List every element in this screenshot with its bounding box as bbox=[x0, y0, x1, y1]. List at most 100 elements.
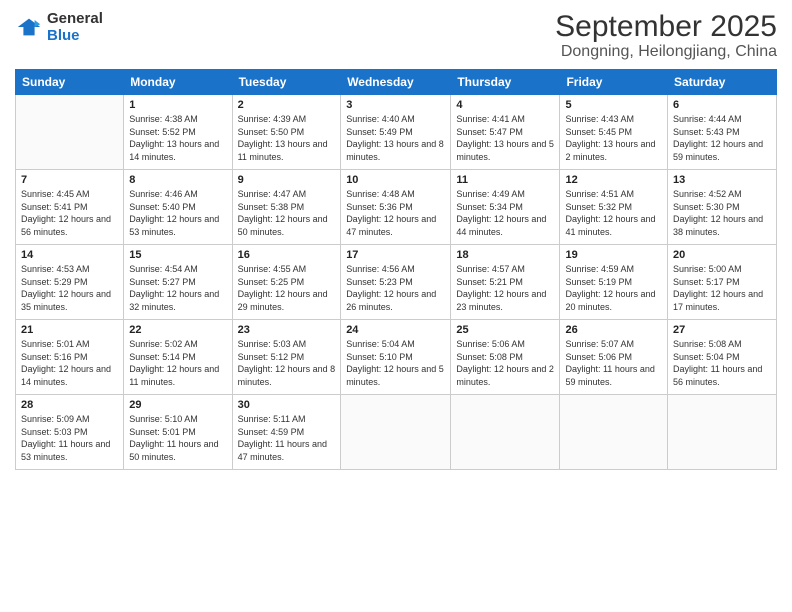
day-info: Sunrise: 4:56 AMSunset: 5:23 PMDaylight:… bbox=[346, 263, 445, 313]
day-info: Sunrise: 4:53 AMSunset: 5:29 PMDaylight:… bbox=[21, 263, 118, 313]
col-sunday: Sunday bbox=[16, 70, 124, 95]
table-row: 9Sunrise: 4:47 AMSunset: 5:38 PMDaylight… bbox=[232, 170, 341, 245]
table-row: 3 Sunrise: 4:40 AMSunset: 5:49 PMDaylight… bbox=[341, 95, 451, 170]
logo-text: General Blue bbox=[47, 10, 103, 44]
col-saturday: Saturday bbox=[668, 70, 777, 95]
table-row: 1 Sunrise: 4:38 AMSunset: 5:52 PMDaylight… bbox=[124, 95, 232, 170]
page: General Blue September 2025 Dongning, He… bbox=[0, 0, 792, 612]
table-row: 14Sunrise: 4:53 AMSunset: 5:29 PMDayligh… bbox=[16, 245, 124, 320]
day-number: 19 bbox=[565, 249, 662, 261]
table-row: 19Sunrise: 4:59 AMSunset: 5:19 PMDayligh… bbox=[560, 245, 668, 320]
table-row: 21 Sunrise: 5:01 AMSunset: 5:16 PMDayligh… bbox=[16, 320, 124, 395]
table-row: 23 Sunrise: 5:03 AMSunset: 5:12 PMDayligh… bbox=[232, 320, 341, 395]
table-row: 6 Sunrise: 4:44 AMSunset: 5:43 PMDaylight… bbox=[668, 95, 777, 170]
table-row: 24 Sunrise: 5:04 AMSunset: 5:10 PMDayligh… bbox=[341, 320, 451, 395]
calendar-week-row: 21 Sunrise: 5:01 AMSunset: 5:16 PMDayligh… bbox=[16, 320, 777, 395]
day-number: 30 bbox=[238, 399, 336, 411]
day-info: Sunrise: 4:51 AMSunset: 5:32 PMDaylight:… bbox=[565, 188, 662, 238]
day-number: 13 bbox=[673, 174, 771, 186]
calendar-week-row: 1 Sunrise: 4:38 AMSunset: 5:52 PMDaylight… bbox=[16, 95, 777, 170]
day-info: Sunrise: 5:01 AMSunset: 5:16 PMDaylight:… bbox=[21, 338, 118, 388]
day-number: 7 bbox=[21, 174, 118, 186]
table-row: 11 Sunrise: 4:49 AMSunset: 5:34 PMDayligh… bbox=[451, 170, 560, 245]
col-wednesday: Wednesday bbox=[341, 70, 451, 95]
day-number: 16 bbox=[238, 249, 336, 261]
table-row: 8Sunrise: 4:46 AMSunset: 5:40 PMDaylight… bbox=[124, 170, 232, 245]
table-row: 10 Sunrise: 4:48 AMSunset: 5:36 PMDayligh… bbox=[341, 170, 451, 245]
day-number: 28 bbox=[21, 399, 118, 411]
logo-bird-icon bbox=[15, 13, 43, 41]
calendar-table: Sunday Monday Tuesday Wednesday Thursday… bbox=[15, 69, 777, 470]
table-row: 22Sunrise: 5:02 AMSunset: 5:14 PMDayligh… bbox=[124, 320, 232, 395]
day-info: Sunrise: 4:48 AMSunset: 5:36 PMDaylight:… bbox=[346, 188, 445, 238]
col-friday: Friday bbox=[560, 70, 668, 95]
day-number: 1 bbox=[129, 99, 226, 111]
day-number: 5 bbox=[565, 99, 662, 111]
day-info: Sunrise: 4:39 AMSunset: 5:50 PMDaylight:… bbox=[238, 113, 336, 163]
table-row bbox=[341, 395, 451, 470]
day-info: Sunrise: 5:09 AMSunset: 5:03 PMDaylight:… bbox=[21, 413, 118, 463]
table-row: 30Sunrise: 5:11 AMSunset: 4:59 PMDayligh… bbox=[232, 395, 341, 470]
table-row: 4 Sunrise: 4:41 AMSunset: 5:47 PMDaylight… bbox=[451, 95, 560, 170]
day-number: 4 bbox=[456, 99, 554, 111]
col-monday: Monday bbox=[124, 70, 232, 95]
day-info: Sunrise: 5:03 AMSunset: 5:12 PMDaylight:… bbox=[238, 338, 336, 388]
day-number: 23 bbox=[238, 324, 336, 336]
table-row: 15 Sunrise: 4:54 AMSunset: 5:27 PMDayligh… bbox=[124, 245, 232, 320]
day-number: 10 bbox=[346, 174, 445, 186]
table-row bbox=[16, 95, 124, 170]
day-number: 26 bbox=[565, 324, 662, 336]
day-info: Sunrise: 5:08 AMSunset: 5:04 PMDaylight:… bbox=[673, 338, 771, 388]
calendar-header-row: Sunday Monday Tuesday Wednesday Thursday… bbox=[16, 70, 777, 95]
table-row: 25 Sunrise: 5:06 AMSunset: 5:08 PMDayligh… bbox=[451, 320, 560, 395]
day-info: Sunrise: 4:43 AMSunset: 5:45 PMDaylight:… bbox=[565, 113, 662, 163]
calendar-week-row: 7 Sunrise: 4:45 AMSunset: 5:41 PMDaylight… bbox=[16, 170, 777, 245]
table-row: 2 Sunrise: 4:39 AMSunset: 5:50 PMDaylight… bbox=[232, 95, 341, 170]
day-info: Sunrise: 4:57 AMSunset: 5:21 PMDaylight:… bbox=[456, 263, 554, 313]
calendar-week-row: 14Sunrise: 4:53 AMSunset: 5:29 PMDayligh… bbox=[16, 245, 777, 320]
day-info: Sunrise: 4:38 AMSunset: 5:52 PMDaylight:… bbox=[129, 113, 226, 163]
day-info: Sunrise: 4:40 AMSunset: 5:49 PMDaylight:… bbox=[346, 113, 445, 163]
day-number: 22 bbox=[129, 324, 226, 336]
subtitle: Dongning, Heilongjiang, China bbox=[555, 43, 777, 61]
day-info: Sunrise: 5:06 AMSunset: 5:08 PMDaylight:… bbox=[456, 338, 554, 388]
day-number: 27 bbox=[673, 324, 771, 336]
day-number: 15 bbox=[129, 249, 226, 261]
day-info: Sunrise: 4:45 AMSunset: 5:41 PMDaylight:… bbox=[21, 188, 118, 238]
table-row: 17Sunrise: 4:56 AMSunset: 5:23 PMDayligh… bbox=[341, 245, 451, 320]
day-number: 6 bbox=[673, 99, 771, 111]
day-info: Sunrise: 4:54 AMSunset: 5:27 PMDaylight:… bbox=[129, 263, 226, 313]
title-block: September 2025 Dongning, Heilongjiang, C… bbox=[555, 10, 777, 61]
day-number: 11 bbox=[456, 174, 554, 186]
day-number: 3 bbox=[346, 99, 445, 111]
table-row bbox=[560, 395, 668, 470]
col-thursday: Thursday bbox=[451, 70, 560, 95]
day-number: 25 bbox=[456, 324, 554, 336]
table-row: 16 Sunrise: 4:55 AMSunset: 5:25 PMDayligh… bbox=[232, 245, 341, 320]
main-title: September 2025 bbox=[555, 10, 777, 43]
day-number: 21 bbox=[21, 324, 118, 336]
day-info: Sunrise: 4:52 AMSunset: 5:30 PMDaylight:… bbox=[673, 188, 771, 238]
day-number: 24 bbox=[346, 324, 445, 336]
day-info: Sunrise: 4:55 AMSunset: 5:25 PMDaylight:… bbox=[238, 263, 336, 313]
col-tuesday: Tuesday bbox=[232, 70, 341, 95]
day-number: 8 bbox=[129, 174, 226, 186]
calendar-week-row: 28 Sunrise: 5:09 AMSunset: 5:03 PMDayligh… bbox=[16, 395, 777, 470]
table-row: 18 Sunrise: 4:57 AMSunset: 5:21 PMDayligh… bbox=[451, 245, 560, 320]
table-row: 12Sunrise: 4:51 AMSunset: 5:32 PMDayligh… bbox=[560, 170, 668, 245]
day-info: Sunrise: 4:49 AMSunset: 5:34 PMDaylight:… bbox=[456, 188, 554, 238]
day-number: 29 bbox=[129, 399, 226, 411]
table-row bbox=[668, 395, 777, 470]
table-row bbox=[451, 395, 560, 470]
day-number: 18 bbox=[456, 249, 554, 261]
day-info: Sunrise: 4:47 AMSunset: 5:38 PMDaylight:… bbox=[238, 188, 336, 238]
day-info: Sunrise: 5:07 AMSunset: 5:06 PMDaylight:… bbox=[565, 338, 662, 388]
table-row: 26 Sunrise: 5:07 AMSunset: 5:06 PMDayligh… bbox=[560, 320, 668, 395]
day-info: Sunrise: 4:44 AMSunset: 5:43 PMDaylight:… bbox=[673, 113, 771, 163]
day-info: Sunrise: 5:04 AMSunset: 5:10 PMDaylight:… bbox=[346, 338, 445, 388]
table-row: 29Sunrise: 5:10 AMSunset: 5:01 PMDayligh… bbox=[124, 395, 232, 470]
table-row: 5 Sunrise: 4:43 AMSunset: 5:45 PMDaylight… bbox=[560, 95, 668, 170]
day-number: 2 bbox=[238, 99, 336, 111]
table-row: 13 Sunrise: 4:52 AMSunset: 5:30 PMDayligh… bbox=[668, 170, 777, 245]
day-info: Sunrise: 4:41 AMSunset: 5:47 PMDaylight:… bbox=[456, 113, 554, 163]
